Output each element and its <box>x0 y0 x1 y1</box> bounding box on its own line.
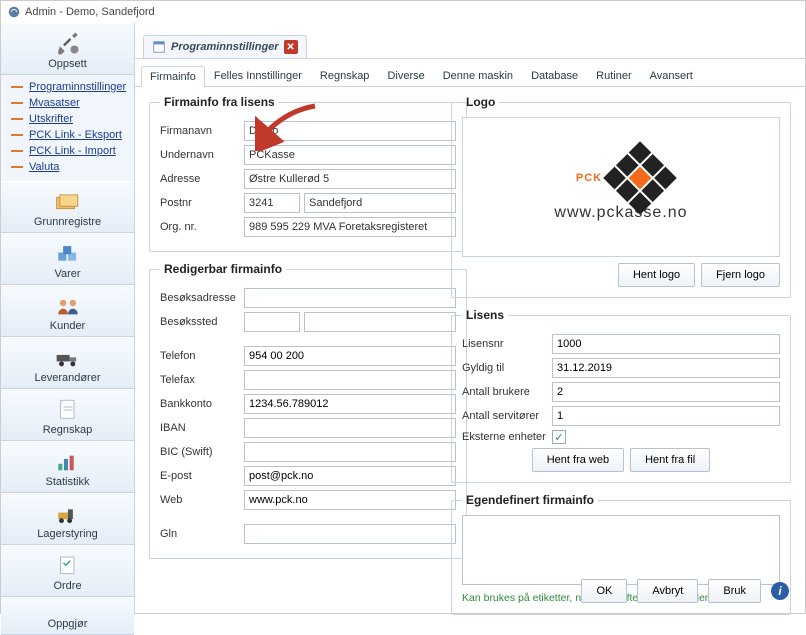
tools-icon <box>55 30 81 56</box>
editable-legend: Redigerbar firmainfo <box>160 262 286 276</box>
postnr-field <box>244 193 300 213</box>
sidebar-link-utskrifter[interactable]: Utskrifter <box>7 111 134 127</box>
tab-dennemaskin[interactable]: Denne maskin <box>434 65 522 86</box>
orgnr-field <box>244 217 456 237</box>
forklift-icon <box>55 504 81 526</box>
eksterne-checkbox: ✓ <box>552 430 566 444</box>
close-tab-icon[interactable]: ✕ <box>284 40 298 54</box>
hent-fra-web-button[interactable]: Hent fra web <box>532 448 624 472</box>
logo-legend: Logo <box>462 95 499 109</box>
lisens-legend: Lisens <box>462 308 508 322</box>
sidebar-section-varer[interactable]: Varer <box>1 233 134 285</box>
sidebar-links: Programinnstillinger Mvasatser Utskrifte… <box>1 75 134 181</box>
fjern-logo-button[interactable]: Fjern logo <box>701 263 780 287</box>
telefax-input[interactable] <box>244 370 456 390</box>
gyldigtil-field <box>552 358 780 378</box>
besoks-nr-input[interactable] <box>244 312 300 332</box>
editable-group: Redigerbar firmainfo Besøksadresse Besøk… <box>149 262 467 559</box>
lisensnr-field <box>552 334 780 354</box>
cancel-button[interactable]: Avbryt <box>637 579 698 603</box>
info-icon[interactable]: i <box>771 582 789 600</box>
besoksadresse-input[interactable] <box>244 288 456 308</box>
sidebar-section-ordre[interactable]: Ordre <box>1 545 134 597</box>
tab-rutiner[interactable]: Rutiner <box>587 65 640 86</box>
iban-input[interactable] <box>244 418 456 438</box>
besoks-sted-input[interactable] <box>304 312 456 332</box>
tab-felles[interactable]: Felles Innstillinger <box>205 65 311 86</box>
sidebar-link-valuta[interactable]: Valuta <box>7 159 134 175</box>
sidebar-section-regnskap[interactable]: Regnskap <box>1 389 134 441</box>
logo-url: www.pckasse.no <box>554 204 687 222</box>
folders-icon <box>55 192 81 214</box>
document-tab[interactable]: Programinnstillinger ✕ <box>143 35 307 58</box>
chart-icon <box>55 452 81 474</box>
logo-image-box: PCK www.pckasse.no <box>462 117 780 257</box>
dialog-buttons: OK Avbryt Bruk i <box>581 579 789 603</box>
tab-regnskap[interactable]: Regnskap <box>311 65 379 86</box>
undernavn-field <box>244 145 456 165</box>
logo-group: Logo PCK www.pckasse.no <box>451 95 791 298</box>
sidebar-section-oppgjor[interactable]: Oppgjør <box>1 597 134 635</box>
lisens-group: Lisens Lisensnr Gyldig til Antall bruker… <box>451 308 791 483</box>
sidebar-section-oppsett[interactable]: Oppsett <box>1 23 134 75</box>
logo-text: PCK <box>554 152 687 204</box>
checklist-icon <box>56 554 80 578</box>
hent-logo-button[interactable]: Hent logo <box>618 263 695 287</box>
tab-firmainfo[interactable]: Firmainfo <box>141 66 205 87</box>
sidebar-link-mvasatser[interactable]: Mvasatser <box>7 95 134 111</box>
sidebar-link-programinnstillinger[interactable]: Programinnstillinger <box>7 79 134 95</box>
boxes-icon <box>55 244 81 266</box>
gln-input[interactable] <box>244 524 456 544</box>
hent-fra-fil-button[interactable]: Hent fra fil <box>630 448 710 472</box>
main-area: Programinnstillinger ✕ Firmainfo Felles … <box>135 23 805 613</box>
people-icon <box>55 296 81 318</box>
sidebar-link-pcklink-import[interactable]: PCK Link - Import <box>7 143 134 159</box>
bic-input[interactable] <box>244 442 456 462</box>
sidebar-section-statistikk[interactable]: Statistikk <box>1 441 134 493</box>
truck-icon <box>55 348 81 370</box>
window-title: Admin - Demo, Sandefjord <box>25 6 155 18</box>
antallservitorer-field <box>552 406 780 426</box>
apply-button[interactable]: Bruk <box>708 579 761 603</box>
app-window: Admin - Demo, Sandefjord Oppsett Program… <box>0 0 806 614</box>
tab-database[interactable]: Database <box>522 65 587 86</box>
sidebar-section-lagerstyring[interactable]: Lagerstyring <box>1 493 134 545</box>
egendef-text[interactable] <box>462 515 780 585</box>
firmainfo-legend: Firmainfo fra lisens <box>160 95 279 109</box>
sidebar-link-pcklink-eksport[interactable]: PCK Link - Eksport <box>7 127 134 143</box>
app-icon <box>7 5 21 19</box>
tab-diverse[interactable]: Diverse <box>378 65 433 86</box>
sidebar-section-kunder[interactable]: Kunder <box>1 285 134 337</box>
bankkonto-input[interactable] <box>244 394 456 414</box>
adresse-field <box>244 169 456 189</box>
antallbrukere-field <box>552 382 780 402</box>
titlebar: Admin - Demo, Sandefjord <box>1 1 805 23</box>
form-icon <box>152 40 166 54</box>
document-icon <box>56 398 80 422</box>
ok-button[interactable]: OK <box>581 579 627 603</box>
epost-input[interactable] <box>244 466 456 486</box>
tab-avansert[interactable]: Avansert <box>641 65 702 86</box>
telefon-input[interactable] <box>244 346 456 366</box>
subtab-bar: Firmainfo Felles Innstillinger Regnskap … <box>135 59 805 87</box>
document-tabstrip: Programinnstillinger ✕ <box>135 29 805 59</box>
sidebar-section-leverandorer[interactable]: Leverandører <box>1 337 134 389</box>
sidebar: Oppsett Programinnstillinger Mvasatser U… <box>1 23 135 613</box>
sidebar-section-grunnregistre[interactable]: Grunnregistre <box>1 181 134 233</box>
firmanavn-field <box>244 121 456 141</box>
web-input[interactable] <box>244 490 456 510</box>
egendef-legend: Egendefinert firmainfo <box>462 493 598 507</box>
firmainfo-group: Firmainfo fra lisens Firmanavn Undernavn… <box>149 95 467 252</box>
poststed-field <box>304 193 456 213</box>
